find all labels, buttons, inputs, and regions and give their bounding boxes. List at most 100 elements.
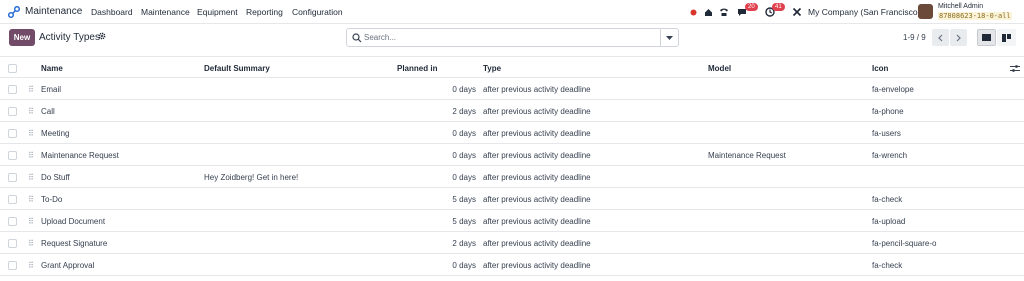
drag-handle-icon[interactable]: ⠿: [28, 151, 34, 160]
chevron-right-icon: [956, 34, 961, 41]
cell-planned: 2 days: [452, 107, 476, 116]
cell-icon: fa-pencil-square-o: [872, 239, 937, 248]
row-checkbox[interactable]: [8, 151, 17, 160]
table-row[interactable]: ⠿ Grant Approval 0 days after previous a…: [0, 254, 1024, 276]
table-row[interactable]: ⠿ Do Stuff Hey Zoidberg! Get in here! 0 …: [0, 166, 1024, 188]
tools-icon[interactable]: [791, 6, 803, 18]
cell-name: Maintenance Request: [41, 151, 119, 160]
cell-type: after previous activity deadline: [483, 217, 591, 226]
row-checkbox[interactable]: [8, 85, 17, 94]
company-switcher[interactable]: My Company (San Francisco): [808, 7, 920, 17]
column-header-planned[interactable]: Planned in: [397, 64, 437, 73]
table-row[interactable]: ⠿ To-Do 5 days after previous activity d…: [0, 188, 1024, 210]
cell-name: Meeting: [41, 129, 70, 138]
new-button[interactable]: New: [9, 29, 35, 46]
cell-planned: 5 days: [452, 195, 476, 204]
app-logo-icon[interactable]: [8, 6, 20, 18]
cell-planned: 0 days: [452, 129, 476, 138]
gear-icon[interactable]: [98, 32, 106, 42]
cell-icon: fa-check: [872, 195, 903, 204]
pager-next-button[interactable]: [950, 29, 967, 46]
cell-type: after previous activity deadline: [483, 129, 591, 138]
row-checkbox[interactable]: [8, 195, 17, 204]
cell-type: after previous activity deadline: [483, 173, 591, 182]
cell-icon: fa-upload: [872, 217, 906, 226]
cell-name: Request Signature: [41, 239, 108, 248]
table-row[interactable]: ⠿ Request Signature 2 days after previou…: [0, 232, 1024, 254]
list-view-button[interactable]: [977, 29, 996, 46]
drag-handle-icon[interactable]: ⠿: [28, 85, 34, 94]
pager-value[interactable]: 1-9 / 9: [903, 33, 926, 42]
cell-planned: 0 days: [452, 173, 476, 182]
menu-dashboard[interactable]: Dashboard: [91, 7, 133, 17]
cell-type: after previous activity deadline: [483, 239, 591, 248]
column-header-summary[interactable]: Default Summary: [204, 64, 270, 73]
menu-maintenance[interactable]: Maintenance: [141, 7, 190, 17]
drag-handle-icon[interactable]: ⠿: [28, 107, 34, 116]
search-bar: [346, 28, 679, 47]
drag-handle-icon[interactable]: ⠿: [28, 195, 34, 204]
table-row[interactable]: ⠿ Upload Document 5 days after previous …: [0, 210, 1024, 232]
caret-down-icon: [666, 35, 673, 40]
row-checkbox[interactable]: [8, 239, 17, 248]
kanban-view-icon: [1002, 33, 1011, 42]
cell-planned: 0 days: [452, 85, 476, 94]
select-all-checkbox[interactable]: [8, 64, 17, 73]
column-header-name[interactable]: Name: [41, 64, 63, 73]
column-header-model[interactable]: Model: [708, 64, 731, 73]
column-header-type[interactable]: Type: [483, 64, 501, 73]
kanban-view-button[interactable]: [997, 29, 1016, 46]
cell-icon: fa-envelope: [872, 85, 914, 94]
menu-reporting[interactable]: Reporting: [246, 7, 283, 17]
chevron-left-icon: [938, 34, 943, 41]
menu-equipment[interactable]: Equipment: [197, 7, 238, 17]
cell-name: Do Stuff: [41, 173, 70, 182]
search-input[interactable]: [364, 31, 654, 44]
cell-icon: fa-users: [872, 129, 901, 138]
menu-configuration[interactable]: Configuration: [292, 7, 343, 17]
cell-type: after previous activity deadline: [483, 261, 591, 270]
row-checkbox[interactable]: [8, 261, 17, 270]
drag-handle-icon[interactable]: ⠿: [28, 217, 34, 226]
app-name[interactable]: Maintenance: [25, 6, 82, 17]
record-dot-icon[interactable]: [687, 6, 699, 18]
top-navbar: Maintenance Dashboard Maintenance Equipm…: [0, 0, 1024, 24]
table-row[interactable]: ⠿ Email 0 days after previous activity d…: [0, 78, 1024, 100]
cell-name: Grant Approval: [41, 261, 95, 270]
user-avatar[interactable]: [918, 4, 933, 19]
cell-icon: fa-wrench: [872, 151, 908, 160]
search-icon: [352, 33, 362, 43]
cell-type: after previous activity deadline: [483, 107, 591, 116]
table-row[interactable]: ⠿ Call 2 days after previous activity de…: [0, 100, 1024, 122]
cell-planned: 5 days: [452, 217, 476, 226]
pager-previous-button[interactable]: [932, 29, 949, 46]
home-icon[interactable]: [702, 6, 714, 18]
cell-summary: Hey Zoidberg! Get in here!: [204, 173, 299, 182]
row-checkbox[interactable]: [8, 217, 17, 226]
search-options-toggle[interactable]: [660, 29, 678, 46]
cell-planned: 0 days: [452, 151, 476, 160]
cell-planned: 2 days: [452, 239, 476, 248]
database-name: 87808623-18-0-all: [938, 12, 1012, 20]
optional-columns-icon[interactable]: [1010, 64, 1020, 73]
row-checkbox[interactable]: [8, 129, 17, 138]
drag-handle-icon[interactable]: ⠿: [28, 129, 34, 138]
row-checkbox[interactable]: [8, 173, 17, 182]
phone-icon[interactable]: [718, 6, 730, 18]
chat-badge: 20: [745, 3, 758, 11]
column-header-icon[interactable]: Icon: [872, 64, 888, 73]
table-row[interactable]: ⠿ Meeting 0 days after previous activity…: [0, 122, 1024, 144]
table-row[interactable]: ⠿ Maintenance Request 0 days after previ…: [0, 144, 1024, 166]
cell-type: after previous activity deadline: [483, 151, 591, 160]
drag-handle-icon[interactable]: ⠿: [28, 261, 34, 270]
cell-name: Email: [41, 85, 62, 94]
row-checkbox[interactable]: [8, 107, 17, 116]
activity-types-table: Name Default Summary Planned in Type Mod…: [0, 56, 1024, 276]
drag-handle-icon[interactable]: ⠿: [28, 173, 34, 182]
table-header: Name Default Summary Planned in Type Mod…: [0, 56, 1024, 78]
activity-badge: 41: [772, 3, 785, 11]
cell-name: Upload Document: [41, 217, 106, 226]
page-title: Activity Types: [39, 32, 100, 43]
user-name[interactable]: Mitchell Admin: [938, 3, 983, 10]
drag-handle-icon[interactable]: ⠿: [28, 239, 34, 248]
